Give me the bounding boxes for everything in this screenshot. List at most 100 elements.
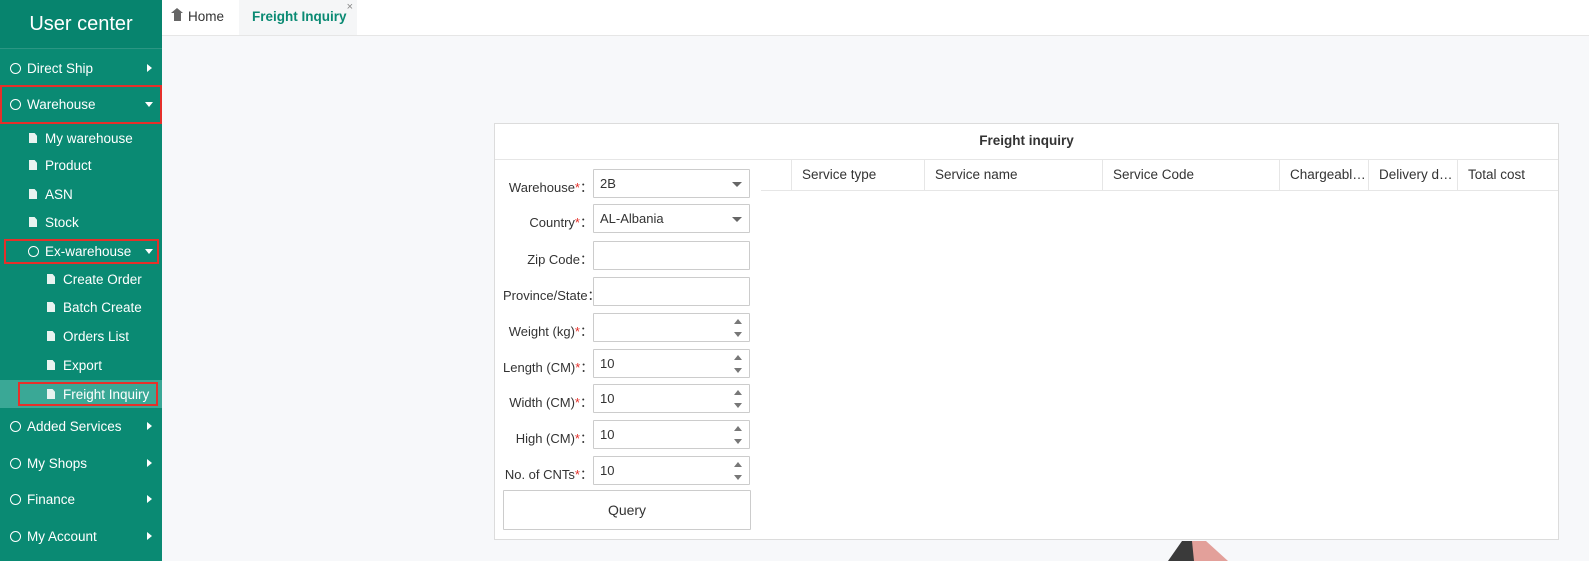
province-input-field[interactable] bbox=[600, 279, 720, 304]
cnts-input[interactable] bbox=[593, 456, 750, 485]
file-icon bbox=[29, 160, 37, 170]
sidebar-item-my-shops[interactable]: My Shops bbox=[0, 449, 162, 477]
file-icon bbox=[47, 389, 55, 399]
decorative-graphic bbox=[1168, 541, 1228, 561]
sidebar-item-freight-inquiry[interactable]: Freight Inquiry bbox=[18, 382, 158, 406]
warehouse-row: Warehouse*： 2B bbox=[503, 169, 753, 199]
tab-freight-inquiry[interactable]: Freight Inquiry × bbox=[239, 0, 357, 35]
circle-icon bbox=[10, 530, 21, 542]
column-service-code[interactable]: Service Code bbox=[1102, 160, 1279, 190]
sidebar-item-warehouse[interactable]: Warehouse bbox=[0, 85, 162, 124]
zip-row: Zip Code： bbox=[503, 241, 753, 271]
caret-right-icon bbox=[147, 422, 152, 430]
sidebar-item-label: Warehouse bbox=[27, 97, 96, 112]
sidebar-item-finance[interactable]: Finance bbox=[0, 485, 162, 513]
sidebar-item-batch-create[interactable]: Batch Create bbox=[0, 293, 162, 321]
province-row: Province/State： bbox=[503, 277, 753, 307]
stepper-icon[interactable] bbox=[734, 354, 743, 374]
zip-label: Zip Code： bbox=[527, 252, 593, 267]
sidebar-item-label: Batch Create bbox=[63, 299, 142, 315]
stepper-icon[interactable] bbox=[734, 425, 743, 445]
sidebar-item-label: My warehouse bbox=[45, 130, 133, 146]
column-delivery-days[interactable]: Delivery days bbox=[1368, 160, 1457, 190]
sidebar-item-label: Orders List bbox=[63, 328, 130, 344]
file-icon bbox=[29, 217, 37, 227]
caret-down-icon bbox=[145, 102, 153, 107]
stepper-icon[interactable] bbox=[734, 389, 743, 409]
zip-input[interactable] bbox=[593, 241, 750, 270]
sidebar-item-label: Added Services bbox=[27, 418, 122, 434]
sidebar-item-label: My Shops bbox=[27, 455, 88, 471]
file-icon bbox=[47, 360, 55, 370]
warehouse-select[interactable]: 2B bbox=[593, 169, 750, 198]
sidebar-item-my-warehouse[interactable]: My warehouse bbox=[0, 124, 162, 152]
sidebar-item-stock[interactable]: Stock bbox=[0, 208, 162, 236]
home-icon bbox=[171, 8, 183, 22]
sidebar-item-label: ASN bbox=[45, 186, 73, 202]
file-icon bbox=[29, 133, 37, 143]
sidebar-item-product[interactable]: Product bbox=[0, 151, 162, 179]
sidebar-item-create-order[interactable]: Create Order bbox=[0, 265, 162, 293]
sidebar-item-freight-inquiry-row: Freight Inquiry bbox=[0, 380, 162, 408]
sidebar-item-label: Product bbox=[45, 157, 92, 173]
width-input[interactable] bbox=[593, 384, 750, 413]
sidebar-item-orders-list[interactable]: Orders List bbox=[0, 322, 162, 350]
sidebar-item-export[interactable]: Export bbox=[0, 351, 162, 379]
tab-home-label: Home bbox=[188, 9, 225, 24]
file-icon bbox=[29, 189, 37, 199]
sidebar-item-ex-warehouse[interactable]: Ex-warehouse bbox=[4, 239, 159, 264]
width-input-field[interactable] bbox=[600, 386, 720, 411]
cnts-label: No. of CNTs*： bbox=[504, 467, 593, 482]
country-select[interactable]: AL-Albania bbox=[593, 204, 750, 233]
country-label: Country*： bbox=[529, 215, 593, 230]
width-label: Width (CM)*： bbox=[509, 395, 593, 410]
circle-icon bbox=[10, 62, 21, 74]
sidebar-item-label: Stock bbox=[45, 214, 79, 230]
sidebar-item-my-account[interactable]: My Account bbox=[0, 522, 162, 550]
high-label: High (CM)*： bbox=[515, 431, 593, 446]
tab-home[interactable]: Home bbox=[171, 0, 225, 35]
sidebar: User center Direct Ship Warehouse My war… bbox=[0, 0, 162, 561]
weight-input[interactable] bbox=[593, 313, 750, 342]
close-icon[interactable]: × bbox=[347, 0, 353, 24]
results-table-header: Service type Service name Service Code C… bbox=[761, 160, 1558, 191]
length-input-field[interactable] bbox=[600, 351, 720, 376]
cnts-input-field[interactable] bbox=[600, 458, 720, 483]
weight-input-field[interactable] bbox=[600, 315, 720, 340]
caret-down-icon bbox=[145, 249, 153, 254]
column-chargeable-weight[interactable]: Chargeable weight bbox=[1279, 160, 1368, 190]
column-total-cost[interactable]: Total cost bbox=[1457, 160, 1557, 190]
weight-row: Weight (kg)*： bbox=[503, 313, 753, 343]
sidebar-item-label: Direct Ship bbox=[27, 60, 94, 76]
caret-right-icon bbox=[147, 459, 152, 467]
high-row: High (CM)*： bbox=[503, 420, 753, 450]
length-row: Length (CM)*： bbox=[503, 349, 753, 379]
sidebar-item-asn[interactable]: ASN bbox=[0, 180, 162, 208]
circle-icon bbox=[10, 457, 21, 469]
sidebar-item-label: Create Order bbox=[63, 271, 142, 287]
column-service-type[interactable]: Service type bbox=[791, 160, 924, 190]
circle-icon bbox=[10, 99, 21, 110]
high-input-field[interactable] bbox=[600, 422, 720, 447]
sidebar-item-label: Export bbox=[63, 357, 103, 373]
caret-right-icon bbox=[147, 532, 152, 540]
sidebar-item-added-services[interactable]: Added Services bbox=[0, 412, 162, 440]
column-service-name[interactable]: Service name bbox=[924, 160, 1102, 190]
freight-inquiry-panel: Freight inquiry Warehouse*： 2B Country*：… bbox=[494, 123, 1559, 540]
sidebar-item-label: Finance bbox=[27, 491, 76, 507]
file-icon bbox=[47, 302, 55, 312]
stepper-icon[interactable] bbox=[734, 318, 743, 338]
province-input[interactable] bbox=[593, 277, 750, 306]
warehouse-label: Warehouse*： bbox=[508, 180, 593, 195]
length-input[interactable] bbox=[593, 349, 750, 378]
query-button[interactable]: Query bbox=[503, 490, 751, 530]
sidebar-item-direct-ship[interactable]: Direct Ship bbox=[0, 54, 162, 82]
length-label: Length (CM)*： bbox=[503, 360, 594, 375]
caret-right-icon bbox=[147, 64, 152, 72]
caret-down-icon bbox=[732, 217, 742, 222]
stepper-icon[interactable] bbox=[734, 461, 743, 481]
caret-down-icon bbox=[732, 182, 742, 187]
high-input[interactable] bbox=[593, 420, 750, 449]
zip-input-field[interactable] bbox=[600, 243, 720, 268]
panel-title: Freight inquiry bbox=[495, 124, 1558, 160]
